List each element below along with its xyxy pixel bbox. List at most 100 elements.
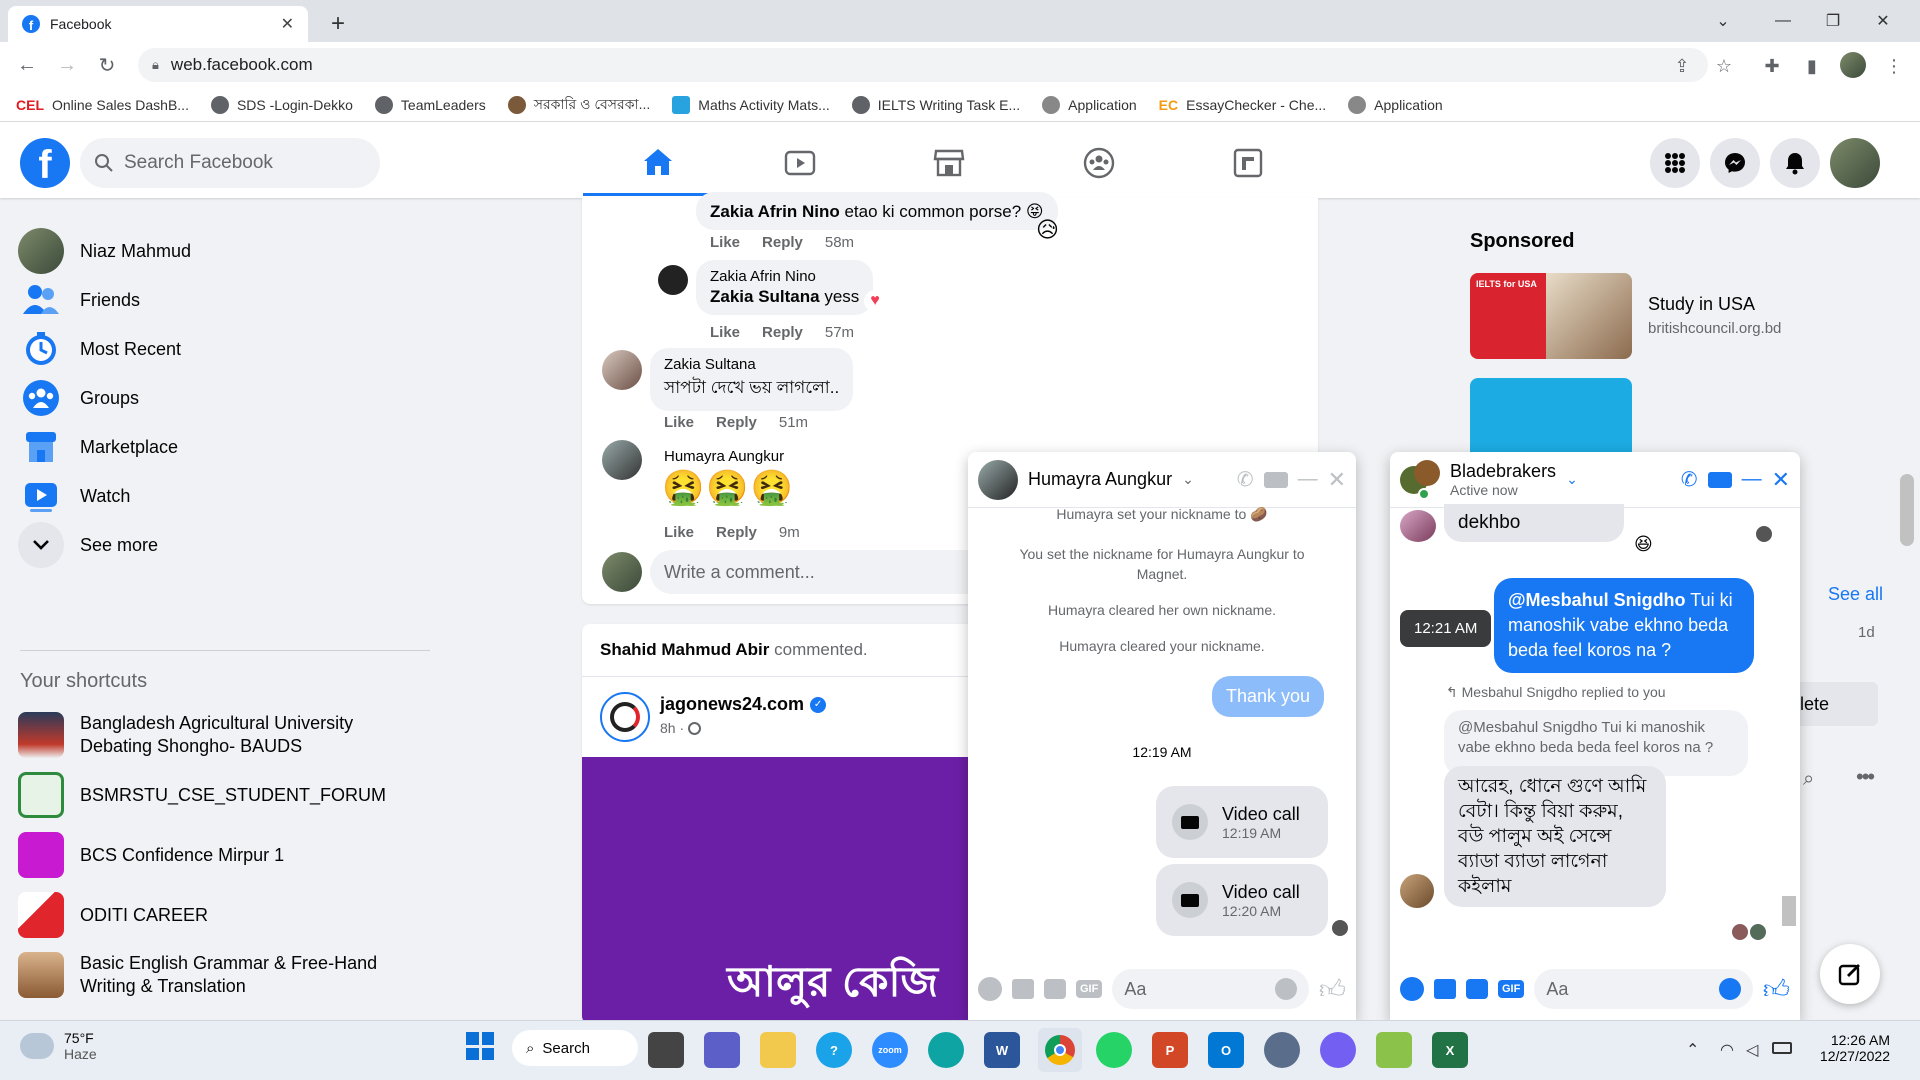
system-clock[interactable]: 12:26 AM 12/27/2022: [1810, 1032, 1890, 1064]
message-input[interactable]: Aa: [1112, 969, 1309, 1009]
sidebar-item-friends[interactable]: Friends: [18, 277, 140, 323]
gif-icon[interactable]: GIF: [1498, 980, 1525, 998]
back-arrow-icon[interactable]: ←: [12, 50, 42, 80]
close-chat-icon[interactable]: ✕: [1328, 467, 1346, 493]
bookmark-item[interactable]: সরকারি ও বেসরকা...: [507, 93, 650, 117]
chrome-menu-icon[interactable]: ⋮: [1882, 54, 1906, 78]
outgoing-message[interactable]: Thank you: [1212, 676, 1325, 717]
new-tab-button[interactable]: +: [324, 10, 352, 38]
sidebar-item-see-more[interactable]: See more: [18, 522, 158, 568]
group-avatar[interactable]: [1400, 459, 1440, 500]
sidebar-item-marketplace[interactable]: Marketplace: [18, 424, 178, 470]
bookmark-item[interactable]: TeamLeaders: [374, 95, 486, 114]
incoming-message[interactable]: আরেহ, ধোনে গুণে আমি বেটা। কিন্তু বিয়া ক…: [1444, 766, 1666, 907]
menu-grid-button[interactable]: [1650, 138, 1700, 188]
search-icon[interactable]: ⌕: [1803, 768, 1814, 791]
chat-contact-name[interactable]: Bladebrakers: [1450, 461, 1556, 482]
bookmark-item[interactable]: Application: [1348, 95, 1443, 114]
chat-contact-name[interactable]: Humayra Aungkur: [1028, 469, 1172, 490]
close-tab-icon[interactable]: ✕: [281, 14, 294, 34]
reaction-icon[interactable]: 😆: [1634, 534, 1653, 555]
sticker-icon[interactable]: [1044, 979, 1066, 999]
like-link[interactable]: Like: [710, 234, 740, 251]
notifications-button[interactable]: [1770, 138, 1820, 188]
excel-icon[interactable]: X: [1432, 1032, 1468, 1068]
sidebar-item-most-recent[interactable]: Most Recent: [18, 326, 181, 372]
mention-tag[interactable]: Zakia Afrin Nino: [710, 202, 840, 221]
minimize-chat-icon[interactable]: —: [1298, 468, 1318, 491]
app-icon[interactable]: [1376, 1032, 1412, 1068]
comment-author[interactable]: Zakia Afrin Nino: [710, 268, 859, 285]
tab-search-icon[interactable]: ⌄: [1700, 6, 1746, 36]
messenger-button[interactable]: [1710, 138, 1760, 188]
thumbs-up-icon[interactable]: 👍︎: [1319, 974, 1346, 1005]
page-name[interactable]: jagonews24.com: [660, 694, 804, 715]
whatsapp-icon[interactable]: [1096, 1032, 1132, 1068]
reply-link[interactable]: Reply: [716, 414, 757, 431]
restore-window-button[interactable]: ❐: [1810, 6, 1856, 36]
plus-icon[interactable]: [1400, 977, 1424, 1001]
wifi-icon[interactable]: ◠: [1720, 1040, 1734, 1060]
bookmark-item[interactable]: SDS -Login-Dekko: [210, 95, 353, 114]
chat-scrollbar[interactable]: [1782, 896, 1796, 926]
facebook-logo-icon[interactable]: f: [20, 138, 70, 188]
video-camera-icon[interactable]: [1707, 471, 1732, 488]
facebook-search-input[interactable]: Search Facebook: [80, 138, 380, 188]
outgoing-message[interactable]: @Mesbahul Snigdho Tui ki manoshik vabe e…: [1494, 578, 1754, 673]
page-scrollbar[interactable]: [1900, 474, 1914, 546]
reload-icon[interactable]: ↻: [92, 50, 122, 80]
address-bar[interactable]: 🔒︎ web.facebook.com: [138, 48, 1708, 82]
sticker-icon[interactable]: [1466, 979, 1488, 999]
avatar[interactable]: [602, 350, 642, 390]
bookmark-item[interactable]: IELTS Writing Task E...: [851, 95, 1020, 114]
share-icon[interactable]: ⇪: [1670, 54, 1694, 78]
page-avatar[interactable]: [600, 692, 650, 742]
file-explorer-icon[interactable]: [760, 1032, 796, 1068]
account-avatar[interactable]: [1830, 138, 1880, 188]
volume-icon[interactable]: ◁: [1746, 1040, 1758, 1060]
image-icon[interactable]: [1434, 979, 1456, 999]
ad-title[interactable]: Study in USA: [1648, 294, 1755, 315]
show-hidden-icons-icon[interactable]: ⌃: [1686, 1040, 1699, 1060]
browser-tab[interactable]: f Facebook ✕: [8, 6, 308, 42]
task-view-icon[interactable]: [648, 1032, 684, 1068]
bookmark-item[interactable]: Application: [1042, 95, 1137, 114]
tab-gaming[interactable]: [1173, 130, 1323, 196]
reply-link[interactable]: Reply: [716, 524, 757, 541]
video-call-bubble[interactable]: Video call 12:19 AM: [1156, 786, 1328, 858]
phone-icon[interactable]: ✆: [1681, 467, 1698, 492]
chevron-down-icon[interactable]: ⌄: [1182, 471, 1194, 488]
close-window-button[interactable]: ✕: [1860, 6, 1906, 36]
close-chat-icon[interactable]: ✕: [1772, 467, 1790, 493]
forward-arrow-icon[interactable]: →: [52, 50, 82, 80]
sidebar-item-watch[interactable]: Watch: [18, 473, 130, 519]
powerpoint-icon[interactable]: P: [1152, 1032, 1188, 1068]
incoming-message[interactable]: dekhbo: [1444, 504, 1624, 542]
like-link[interactable]: Like: [664, 414, 694, 431]
chrome-profile-avatar[interactable]: [1840, 52, 1866, 78]
avatar[interactable]: [602, 440, 642, 480]
write-comment-input[interactable]: Write a comment...: [650, 550, 1010, 594]
word-icon[interactable]: W: [984, 1032, 1020, 1068]
mention-tag[interactable]: Zakia Sultana: [710, 287, 820, 306]
shortcut-item[interactable]: Basic English Grammar & Free-Hand Writin…: [18, 952, 380, 998]
avatar[interactable]: [978, 459, 1018, 500]
zoom-icon[interactable]: zoom: [872, 1032, 908, 1068]
more-options-icon[interactable]: •••: [1856, 764, 1875, 790]
minimize-window-button[interactable]: —: [1760, 6, 1806, 36]
gif-icon[interactable]: GIF: [1076, 980, 1103, 998]
side-panel-icon[interactable]: ▮: [1800, 54, 1824, 78]
like-link[interactable]: Like: [710, 324, 740, 341]
message-input[interactable]: Aa: [1534, 969, 1753, 1009]
shortcut-item[interactable]: ODITI CAREER: [18, 892, 208, 938]
viber-icon[interactable]: [1320, 1032, 1356, 1068]
shortcut-item[interactable]: BCS Confidence Mirpur 1: [18, 832, 284, 878]
chevron-down-icon[interactable]: ⌄: [1566, 471, 1578, 488]
tab-home[interactable]: [583, 130, 733, 196]
bookmark-item[interactable]: CEL Online Sales DashB...: [16, 97, 189, 113]
settings-app-icon[interactable]: [1264, 1032, 1300, 1068]
like-link[interactable]: Like: [664, 524, 694, 541]
reply-link[interactable]: Reply: [762, 324, 803, 341]
help-icon[interactable]: ?: [816, 1032, 852, 1068]
emoji-icon[interactable]: [1718, 978, 1741, 1000]
